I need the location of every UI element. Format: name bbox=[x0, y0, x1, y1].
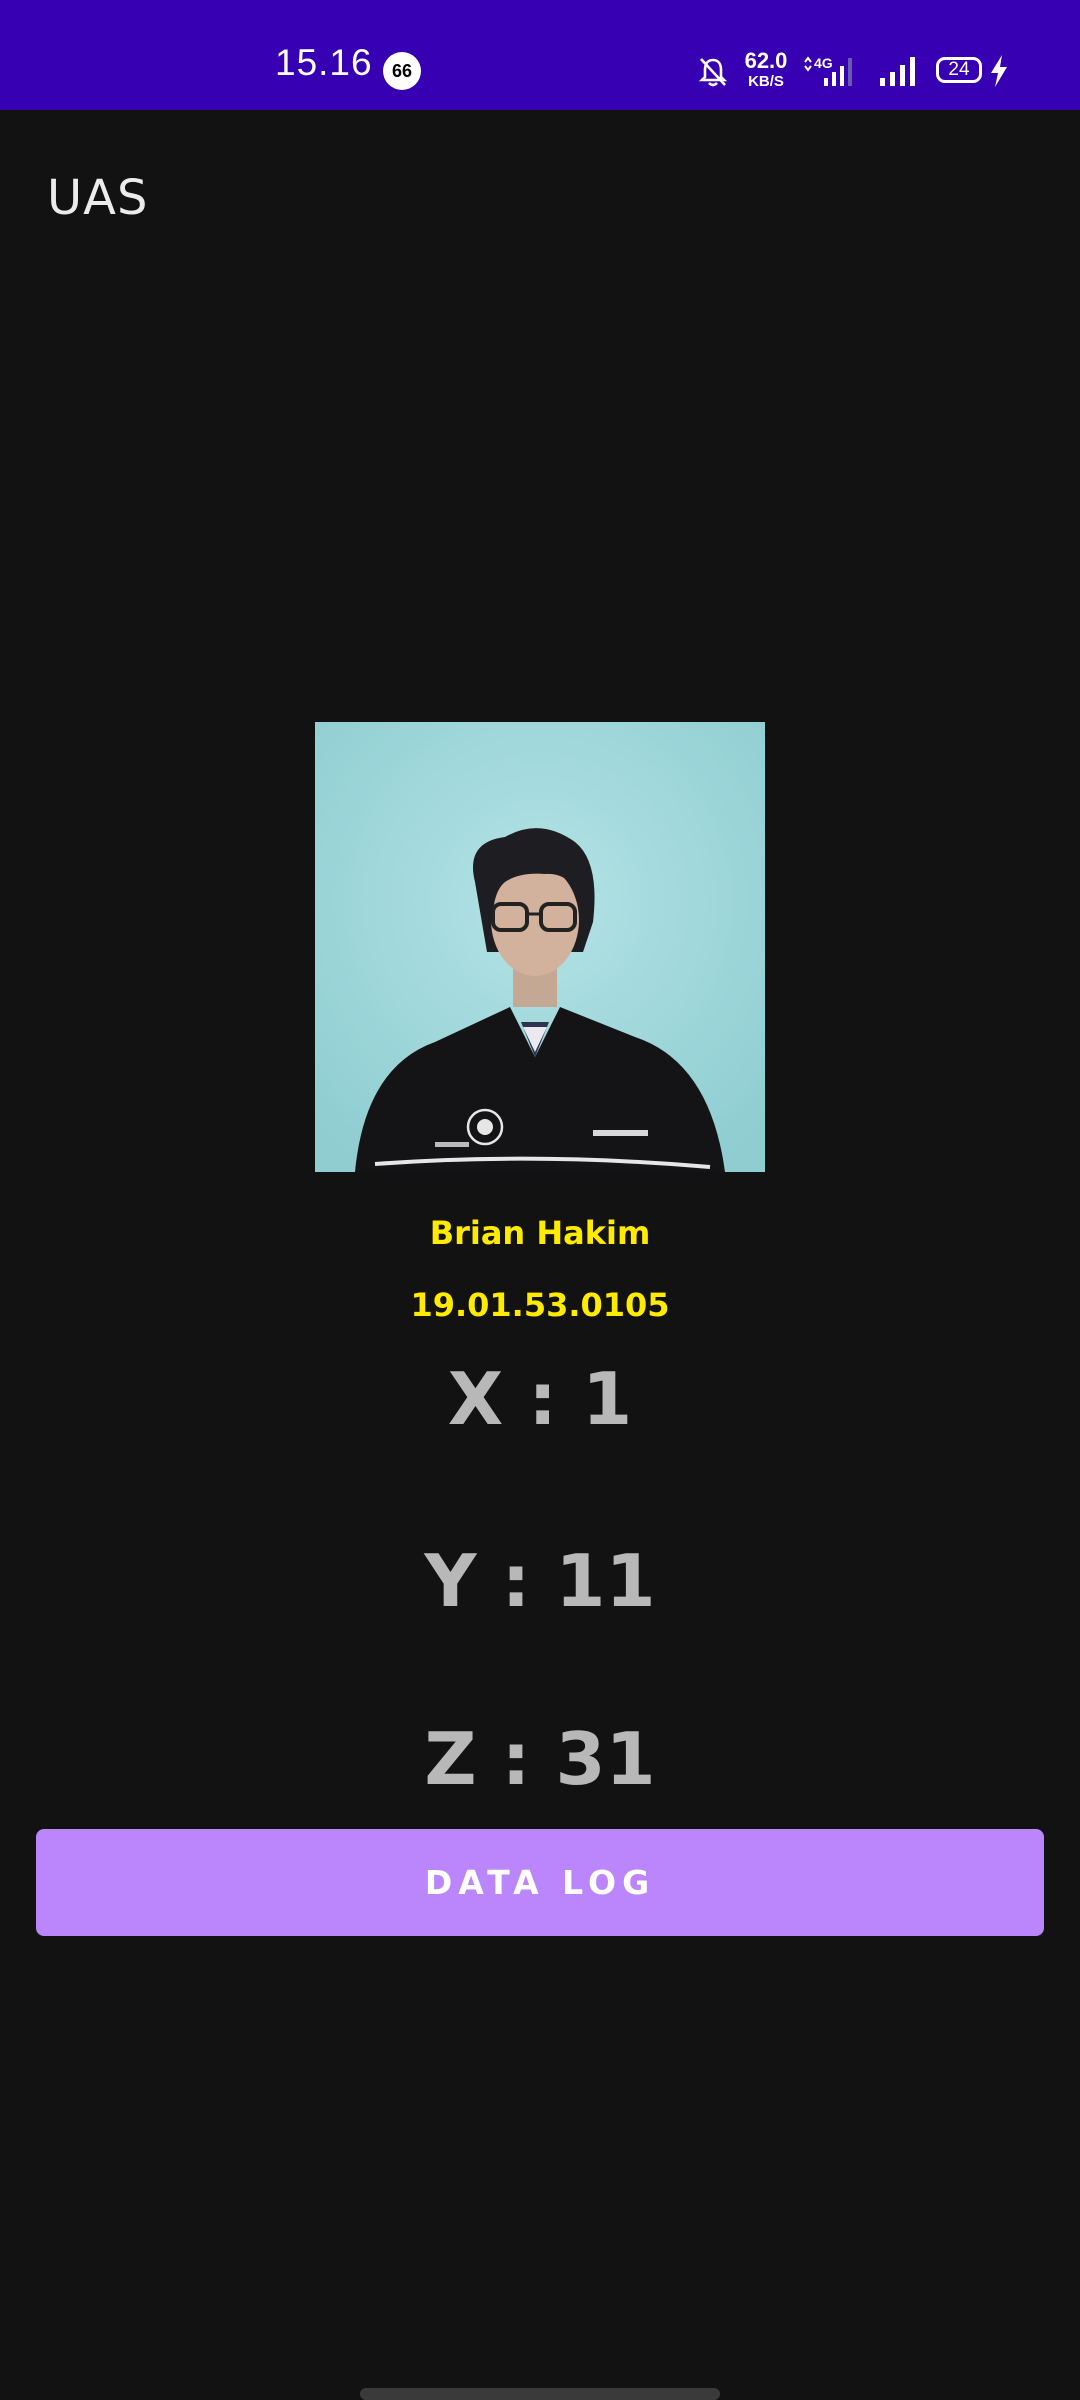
profile-photo bbox=[315, 722, 765, 1172]
notifications-off-icon bbox=[698, 58, 728, 87]
network-speed: 62.0 KB/S bbox=[740, 48, 792, 90]
cell-signal-icon bbox=[880, 57, 915, 86]
status-time: 15.16 bbox=[275, 42, 373, 83]
student-id: 19.01.53.0105 bbox=[410, 1286, 670, 1324]
accelerometer-x-value: X : 1 bbox=[447, 1357, 633, 1441]
network-speed-value: 62.0 bbox=[744, 48, 788, 73]
svg-text:4G: 4G bbox=[814, 55, 833, 71]
network-4g-icon: 4G bbox=[804, 55, 852, 86]
accelerometer-z-value: Z : 31 bbox=[424, 1717, 656, 1801]
app-title: UAS bbox=[47, 170, 149, 226]
status-bar: 15.16 66 62.0 KB/S 4G 24 bbox=[0, 0, 1080, 110]
student-name: Brian Hakim bbox=[429, 1214, 651, 1252]
charging-bolt-icon bbox=[991, 55, 1007, 87]
data-log-button[interactable]: DATA LOG bbox=[36, 1829, 1044, 1936]
network-speed-unit: KB/S bbox=[748, 73, 784, 90]
battery-icon: 24 bbox=[936, 57, 982, 83]
notification-count-badge: 66 bbox=[383, 52, 421, 90]
gesture-nav-handle[interactable] bbox=[360, 2388, 720, 2400]
accelerometer-y-value: Y : 11 bbox=[424, 1539, 656, 1623]
